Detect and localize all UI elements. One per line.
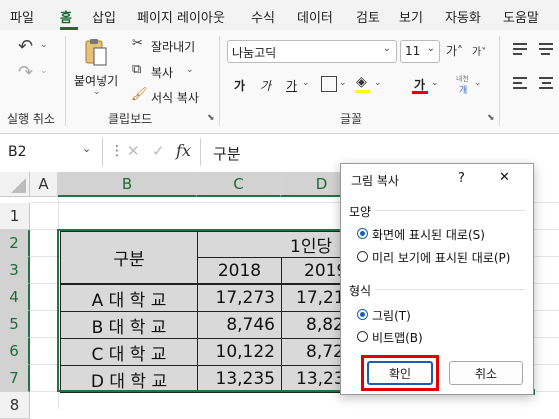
row-header-8[interactable]: 8	[0, 392, 30, 419]
row-header-2[interactable]: 2	[0, 230, 30, 257]
formula-content: 구분	[213, 145, 241, 163]
tab-home[interactable]: 홈	[60, 7, 72, 26]
divider	[375, 289, 525, 290]
select-all-corner[interactable]	[0, 172, 30, 197]
row-header-4[interactable]: 4	[0, 284, 30, 311]
divider	[375, 210, 525, 211]
align-top-icon[interactable]	[513, 43, 527, 55]
fill-dropdown-icon[interactable]: ⌄	[374, 78, 382, 88]
font-color-dropdown-icon[interactable]: ⌄	[431, 78, 439, 88]
redo-dropdown-icon[interactable]: ⌄	[40, 66, 48, 76]
row-header-7[interactable]: 7	[0, 365, 30, 392]
option-as-shown-when-printed[interactable]: 미리 보기에 표시된 대로(P)	[372, 249, 510, 266]
ok-button[interactable]: 확인	[367, 361, 433, 385]
tab-view[interactable]: 보기	[399, 7, 423, 26]
underline-button[interactable]: 가	[286, 77, 297, 94]
bold-button[interactable]: 가	[234, 77, 245, 94]
decrease-font-size-icon[interactable]: 가˅	[472, 43, 486, 58]
option-as-shown-on-screen[interactable]: 화면에 표시된 대로(S)	[372, 226, 485, 243]
dialog-title: 그림 복사	[351, 174, 399, 188]
copy-picture-dialog: 그림 복사 ? ✕ 모양 화면에 표시된 대로(S) 미리 보기에 표시된 대로…	[340, 163, 534, 395]
name-box-value: B2	[8, 144, 27, 160]
tab-insert[interactable]: 삽입	[92, 7, 116, 26]
column-header-a[interactable]: A	[30, 172, 58, 197]
undo-dropdown-icon[interactable]: ⌄	[40, 40, 48, 50]
formula-bar: B2 ⌄ ⋮ ✕ ✓ fx 구분	[0, 138, 559, 166]
radio-as-shown-when-printed[interactable]	[357, 251, 368, 262]
border-icon[interactable]	[321, 76, 337, 92]
chevron-down-icon[interactable]: ⌄	[82, 142, 91, 155]
appearance-section-label: 모양	[349, 205, 372, 219]
font-launcher-icon[interactable]: ⬊	[487, 113, 495, 123]
help-button[interactable]: ?	[458, 171, 465, 186]
cut-label[interactable]: 잘라내기	[151, 38, 195, 55]
cancel-button[interactable]: 취소	[449, 361, 523, 385]
tab-data[interactable]: 데이터	[297, 7, 333, 26]
column-header-c[interactable]: C	[197, 172, 281, 197]
font-color-swatch	[412, 91, 428, 94]
font-size-box[interactable]: 11 ⌄	[400, 40, 440, 63]
font-name-value: 나눔고딕	[232, 46, 277, 60]
increase-font-size-icon[interactable]: 가˄	[446, 42, 463, 59]
option-bitmap[interactable]: 비트맵(B)	[372, 329, 423, 346]
tab-file[interactable]: 파일	[10, 7, 34, 26]
underline-dropdown-icon[interactable]: ⌄	[302, 78, 310, 88]
copy-label[interactable]: 복사	[151, 64, 173, 81]
font-group-label: 글꼴	[340, 112, 363, 126]
phonetic-dropdown-icon[interactable]: ⌄	[474, 78, 482, 88]
tab-help[interactable]: 도움말	[503, 7, 539, 26]
column-header-b[interactable]: B	[58, 172, 197, 197]
cancel-edit-icon[interactable]: ✕	[127, 142, 140, 160]
font-size-value: 11	[405, 44, 421, 58]
row-header-5[interactable]: 5	[0, 311, 30, 338]
clipboard-launcher-icon[interactable]: ⬊	[207, 113, 215, 123]
clipboard-group-label: 클립보드	[108, 112, 153, 126]
fill-color-icon[interactable]: ◈	[356, 74, 367, 90]
radio-picture[interactable]	[357, 309, 368, 320]
cut-icon[interactable]: ✂	[132, 36, 143, 51]
undo-icon[interactable]: ↶	[18, 36, 33, 57]
phonetic-guide-bottom[interactable]: 개	[459, 83, 467, 96]
insert-function-button[interactable]: fx	[176, 141, 191, 160]
tab-review[interactable]: 검토	[356, 7, 380, 26]
tab-formulas[interactable]: 수식	[251, 7, 275, 26]
row-header-6[interactable]: 6	[0, 338, 30, 365]
align-left-icon[interactable]	[513, 77, 527, 89]
redo-icon[interactable]: ↷	[18, 62, 33, 83]
ribbon: ↶ ⌄ ↷ ⌄ 실행 취소 붙여넣기 ⌄ ✂ 잘라내기 ⧉ 복사 ⌄ 🖌 서식 …	[0, 30, 559, 134]
radio-as-shown-on-screen[interactable]	[357, 228, 368, 239]
more-options-icon[interactable]: ⋮	[110, 143, 124, 159]
confirm-edit-icon[interactable]: ✓	[152, 142, 165, 160]
group-divider	[499, 36, 500, 126]
formula-input[interactable]: 구분	[200, 138, 559, 166]
fill-color-swatch	[355, 90, 370, 93]
format-painter-label[interactable]: 서식 복사	[151, 89, 199, 106]
border-dropdown-icon[interactable]: ⌄	[339, 78, 347, 88]
tab-page-layout[interactable]: 페이지 레이아웃	[137, 7, 225, 26]
group-divider	[219, 36, 220, 126]
copy-icon[interactable]: ⧉	[132, 62, 141, 77]
row-header-3[interactable]: 3	[0, 257, 30, 284]
paste-icon[interactable]	[84, 38, 108, 68]
align-middle-icon[interactable]	[539, 43, 553, 55]
radio-bitmap[interactable]	[357, 331, 368, 342]
undo-group-label: 실행 취소	[7, 112, 55, 126]
close-icon[interactable]: ✕	[499, 170, 510, 185]
font-name-box[interactable]: 나눔고딕 ⌄	[227, 40, 397, 63]
format-section-label: 형식	[349, 284, 372, 298]
italic-button[interactable]: 가	[260, 77, 271, 94]
tab-automate[interactable]: 자동화	[445, 7, 481, 26]
chevron-down-icon[interactable]: ⌄	[427, 43, 435, 54]
align-center-icon[interactable]	[539, 77, 553, 89]
copy-dropdown-icon[interactable]: ⌄	[186, 65, 194, 75]
group-divider	[65, 36, 66, 126]
chevron-down-icon[interactable]: ⌄	[383, 43, 391, 54]
option-picture[interactable]: 그림(T)	[372, 307, 411, 324]
paste-dropdown-icon[interactable]: ⌄	[93, 87, 101, 97]
name-box[interactable]: B2 ⌄	[0, 138, 103, 166]
row-header-1[interactable]: 1	[0, 203, 30, 230]
format-painter-icon[interactable]: 🖌	[131, 87, 148, 102]
menu-bar: 파일 홈 삽입 페이지 레이아웃 수식 데이터 검토 보기 자동화 도움말	[0, 0, 559, 30]
